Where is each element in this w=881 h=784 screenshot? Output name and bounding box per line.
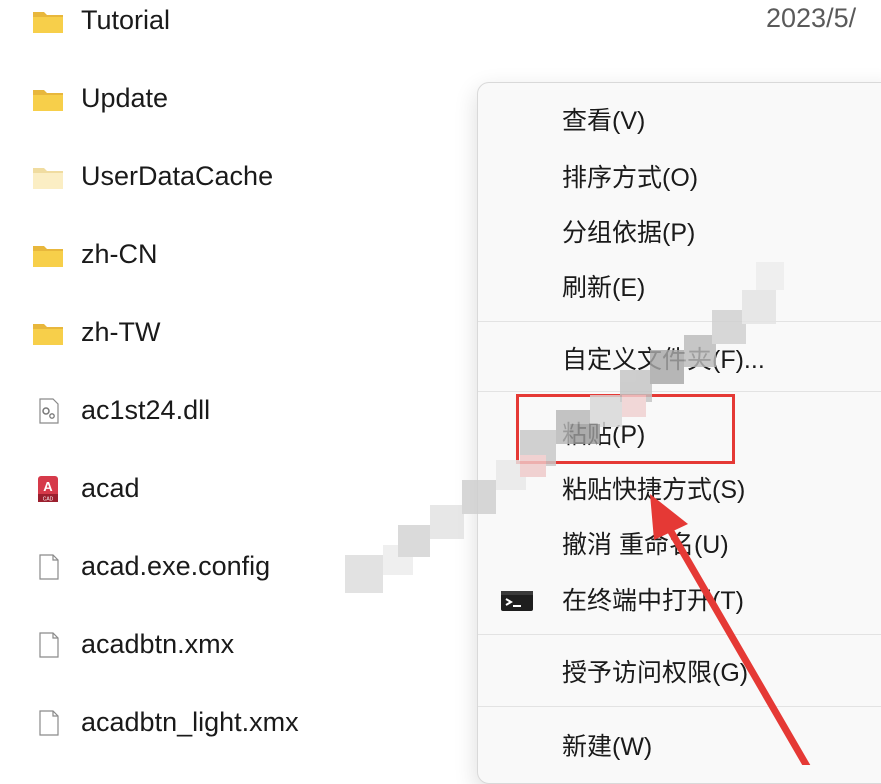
- menu-item-label: 撤消 重命名(U): [562, 531, 729, 559]
- file-name: zh-TW: [81, 317, 161, 347]
- folder-icon: [33, 168, 63, 189]
- file-name: acad: [81, 473, 140, 503]
- file-icon: [39, 632, 59, 658]
- file-name: UserDataCache: [81, 161, 274, 191]
- file-item-ac1st24-dll[interactable]: ac1st24.dll: [0, 390, 460, 430]
- menu-item-label: 粘贴快捷方式(S): [562, 476, 746, 504]
- file-item-userdatacache[interactable]: UserDataCache: [0, 156, 460, 196]
- file-item-acad-exe-config[interactable]: acad.exe.config: [0, 546, 460, 586]
- folder-icon: [33, 324, 63, 345]
- menu-item-paste-shortcut[interactable]: 粘贴快捷方式(S): [478, 468, 881, 512]
- file-name: zh-CN: [81, 239, 158, 269]
- file-name: ac1st24.dll: [81, 395, 211, 425]
- folder-icon: [33, 90, 63, 111]
- menu-item-label: 新建(W): [562, 733, 653, 761]
- file-item-acadbtn-xmx[interactable]: acadbtn.xmx: [0, 624, 460, 664]
- menu-item-new[interactable]: 新建(W): [478, 725, 881, 769]
- file-item-tutorial[interactable]: Tutorial: [0, 0, 460, 40]
- dll-file-icon: [39, 398, 59, 424]
- highlight-box: [516, 394, 735, 464]
- menu-item-open-in-terminal[interactable]: 在终端中打开(T): [478, 579, 881, 623]
- file-date: 2023/5/: [766, 3, 857, 33]
- menu-item-group-by[interactable]: 分组依据(P): [478, 211, 881, 255]
- menu-item-label: 排序方式(O): [562, 164, 699, 192]
- menu-item-sort-by[interactable]: 排序方式(O): [478, 156, 881, 200]
- menu-item-label: 查看(V): [562, 107, 646, 135]
- file-name: acadbtn_light.xmx: [81, 707, 299, 737]
- menu-separator: [478, 391, 881, 392]
- file-item-acadbtn-light-xmx[interactable]: acadbtn_light.xmx: [0, 702, 460, 742]
- file-item-zh-tw[interactable]: zh-TW: [0, 312, 460, 352]
- file-icon: [39, 554, 59, 580]
- menu-item-refresh[interactable]: 刷新(E): [478, 266, 881, 310]
- menu-item-label: 在终端中打开(T): [562, 587, 744, 615]
- file-item-acad[interactable]: A CAD acad: [0, 468, 460, 508]
- file-item-zh-cn[interactable]: zh-CN: [0, 234, 460, 274]
- menu-separator: [478, 321, 881, 322]
- svg-text:A: A: [43, 479, 53, 494]
- menu-item-label: 刷新(E): [562, 274, 646, 302]
- menu-item-label: 授予访问权限(G): [562, 659, 749, 687]
- file-icon: [39, 710, 59, 736]
- terminal-icon: [501, 591, 533, 611]
- file-item-update[interactable]: Update: [0, 78, 460, 118]
- file-name: Tutorial: [81, 5, 171, 35]
- autocad-app-icon: A CAD: [38, 476, 58, 503]
- file-name: Update: [81, 83, 169, 113]
- menu-item-undo-rename[interactable]: 撤消 重命名(U): [478, 523, 881, 567]
- menu-item-view[interactable]: 查看(V): [478, 99, 881, 143]
- menu-separator: [478, 706, 881, 707]
- file-name: acad.exe.config: [81, 551, 271, 581]
- menu-item-label: 分组依据(P): [562, 219, 696, 247]
- file-name: acadbtn.xmx: [81, 629, 235, 659]
- menu-item-label: 自定义文件夹(F)...: [562, 346, 765, 374]
- menu-separator: [478, 634, 881, 635]
- menu-item-give-access[interactable]: 授予访问权限(G): [478, 651, 881, 695]
- file-list: Tutorial 2023/5/ Update UserDataCache zh…: [0, 0, 856, 765]
- folder-icon: [33, 246, 63, 267]
- menu-item-customize-folder[interactable]: 自定义文件夹(F)...: [478, 338, 881, 382]
- folder-icon: [33, 12, 63, 33]
- svg-text:CAD: CAD: [43, 497, 54, 503]
